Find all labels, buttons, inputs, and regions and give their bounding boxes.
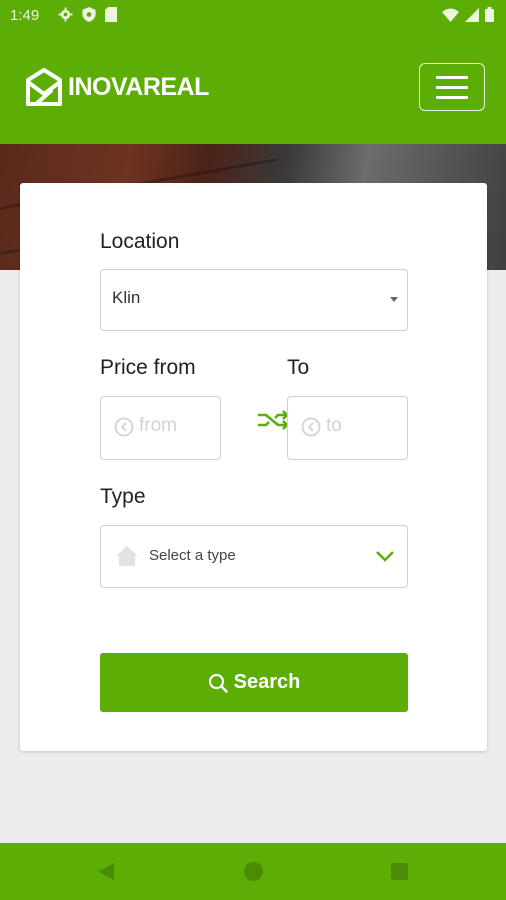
caret-down-icon [390,297,398,302]
home-icon[interactable] [244,862,263,881]
settings-icon [58,7,73,22]
menu-button[interactable] [419,63,485,111]
price-to-input[interactable]: to [287,396,408,460]
location-select[interactable]: Klin [100,269,408,331]
recents-icon[interactable] [391,863,408,880]
price-from-input[interactable]: from [100,396,221,460]
location-value: Klin [112,288,141,307]
price-to-label: To [287,356,310,379]
search-label: Search [233,671,301,693]
swap-icon[interactable] [256,409,290,431]
signal-icon [465,7,479,22]
coin-icon [114,417,134,437]
status-time: 1:49 [10,7,40,24]
to-placeholder: to [326,415,342,436]
shield-icon [82,7,96,22]
chevron-down-icon [376,551,394,562]
app-header: INOVAREAL [0,32,506,144]
app-logo[interactable]: INOVAREAL [26,68,209,106]
house-icon [116,546,138,566]
back-icon[interactable] [97,862,115,881]
logo-text: INOVAREAL [68,72,209,101]
type-select[interactable]: Select a type [100,525,408,588]
battery-icon [485,7,494,22]
search-card: Location Klin Price from To from to Type… [20,183,487,751]
price-from-label: Price from [100,356,196,379]
location-label: Location [100,230,180,253]
type-placeholder: Select a type [149,547,236,564]
wifi-icon [442,8,459,22]
search-button[interactable]: Search [100,653,408,712]
navigation-bar [0,843,506,900]
house-logo-icon [26,68,62,106]
status-bar: 1:49 [0,0,506,32]
hamburger-menu-icon [436,75,468,79]
type-label: Type [100,485,146,508]
coin-icon [301,417,321,437]
sd-card-icon [105,7,117,22]
from-placeholder: from [139,415,177,436]
search-icon [208,673,228,693]
